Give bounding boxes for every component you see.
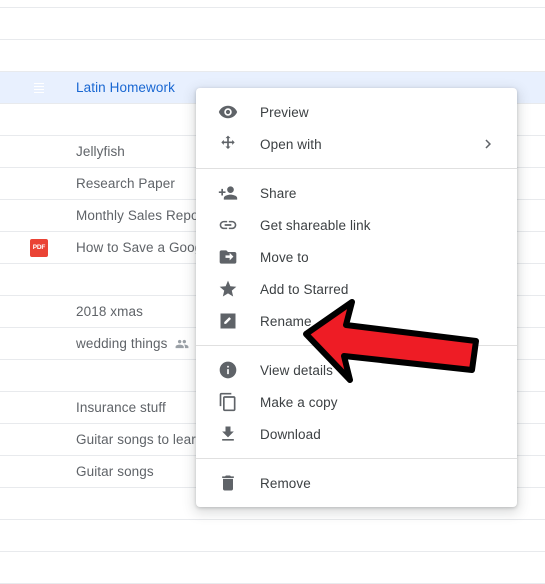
menu-item-label: Remove	[260, 475, 311, 491]
star-icon	[218, 279, 238, 299]
menu-item-download[interactable]: Download	[196, 418, 517, 450]
eye-icon	[218, 102, 238, 122]
chevron-right-icon	[479, 135, 497, 153]
sheets-file-icon	[30, 47, 48, 65]
slides-file-icon	[30, 143, 48, 161]
file-name: Guitar songs to learn	[76, 432, 204, 447]
sheets-file-icon	[30, 367, 48, 385]
pdf-file-icon: PDF	[30, 238, 48, 257]
menu-item-preview[interactable]: Preview	[196, 96, 517, 128]
menu-item-label: Share	[260, 185, 297, 201]
sheets-file-icon	[30, 495, 48, 513]
menu-item-rename[interactable]: Rename	[196, 305, 517, 337]
file-name: Insurance stuff	[76, 400, 166, 415]
sheets-file-icon	[30, 463, 48, 481]
menu-item-open-with[interactable]: Open with	[196, 128, 517, 160]
context-menu[interactable]: Preview Open with Share Get shareable link M…	[196, 88, 517, 507]
menu-item-label: Add to Starred	[260, 281, 349, 297]
shared-people-icon	[175, 337, 189, 351]
menu-section: Share Get shareable link Move to Add to Sta…	[196, 168, 517, 337]
menu-item-remove[interactable]: Remove	[196, 467, 517, 499]
file-name: Monthly Sales Report	[76, 208, 208, 223]
file-name: wedding things	[76, 336, 168, 351]
move-folder-icon	[218, 247, 238, 267]
file-name: Jellyfish	[76, 144, 125, 159]
menu-item-label: Move to	[260, 249, 309, 265]
docs-file-icon	[30, 79, 48, 97]
file-name: 2018 xmas	[76, 304, 143, 319]
menu-item-move-to[interactable]: Move to	[196, 241, 517, 273]
file-name: How to Save a Google	[76, 240, 214, 255]
sheets-file-icon	[30, 303, 48, 321]
copy-icon	[218, 392, 238, 412]
file-name: Research Paper	[76, 176, 175, 191]
menu-item-get-shareable-link[interactable]: Get shareable link	[196, 209, 517, 241]
file-row[interactable]	[0, 8, 545, 40]
file-name: Guitar songs	[76, 464, 154, 479]
docs-file-icon	[30, 271, 48, 289]
open-with-icon	[218, 134, 238, 154]
menu-item-share[interactable]: Share	[196, 177, 517, 209]
menu-item-make-a-copy[interactable]: Make a copy	[196, 386, 517, 418]
menu-item-view-details[interactable]: View details	[196, 354, 517, 386]
info-icon	[218, 360, 238, 380]
menu-item-label: Make a copy	[260, 394, 338, 410]
pencil-square-icon	[218, 311, 238, 331]
file-row[interactable]	[0, 40, 545, 72]
link-icon	[218, 215, 238, 235]
menu-item-label: Open with	[260, 136, 322, 152]
file-row[interactable]	[0, 0, 545, 8]
sheets-file-icon	[30, 207, 48, 225]
menu-item-label: Get shareable link	[260, 217, 371, 233]
menu-section: View details Make a copy Download	[196, 345, 517, 450]
add-person-icon	[218, 183, 238, 203]
file-row[interactable]	[0, 520, 545, 552]
sheets-file-icon	[30, 399, 48, 417]
sheets-file-icon	[30, 559, 48, 577]
trash-icon	[218, 473, 238, 493]
menu-item-label: Rename	[260, 313, 312, 329]
file-name: Latin Homework	[76, 80, 175, 95]
download-icon	[218, 424, 238, 444]
sheets-file-icon	[30, 431, 48, 449]
menu-item-label: Download	[260, 426, 321, 442]
file-row[interactable]	[0, 552, 545, 584]
sheets-file-icon	[30, 111, 48, 129]
menu-item-label: View details	[260, 362, 333, 378]
docs-file-icon	[30, 175, 48, 193]
menu-section: Remove	[196, 458, 517, 499]
menu-item-add-to-starred[interactable]: Add to Starred	[196, 273, 517, 305]
sheets-file-icon	[30, 527, 48, 545]
sheets-file-icon	[30, 15, 48, 33]
menu-section: Preview Open with	[196, 96, 517, 160]
sheets-file-icon	[30, 335, 48, 353]
menu-item-label: Preview	[260, 104, 309, 120]
